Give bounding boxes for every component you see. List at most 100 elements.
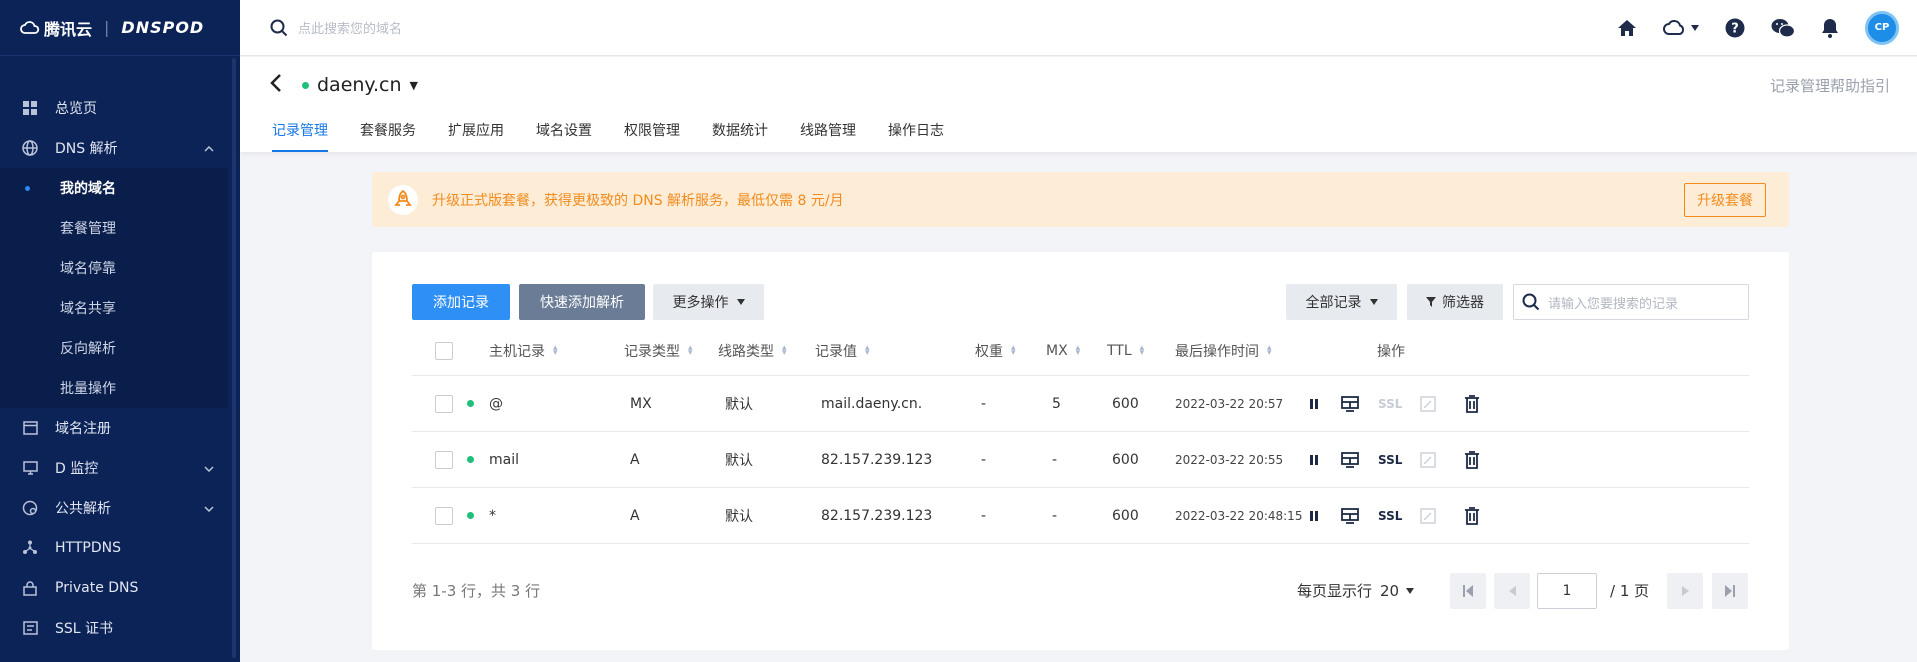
domain-search-input[interactable]: 点此搜索您的域名 [298,18,402,37]
sidebar-item-label: 公共解析 [55,501,111,517]
col-type[interactable]: 记录类型 ▴ ▾ [624,341,693,361]
select-all-checkbox[interactable] [435,342,453,360]
brand-name: 腾讯云 [44,19,93,39]
next-page-button[interactable] [1667,573,1703,609]
home-icon[interactable] [1617,19,1637,37]
caret-down-icon [1406,587,1415,594]
record-search[interactable]: 请输入您要搜索的记录 [1513,284,1749,320]
sort-icon: ▴ ▾ [553,343,558,358]
sidebar-sub-parking[interactable]: 域名停靠 [0,248,228,288]
sidebar-item-public-dns[interactable]: 公共解析 [0,488,228,528]
tab-domain-settings[interactable]: 域名设置 [536,120,592,152]
tab-records[interactable]: 记录管理 [272,120,328,152]
edit-note-icon[interactable] [1420,395,1436,412]
col-ttl[interactable]: TTL ▴ ▾ [1107,343,1144,359]
sidebar-item-label: D 监控 [55,461,99,477]
table-row[interactable]: @ MX 默认 mail.daeny.cn. - 5 600 2022-03-2… [412,376,1749,432]
prev-page-button[interactable] [1494,573,1530,609]
edit-note-icon[interactable] [1420,507,1436,524]
upgrade-banner: 升级正式版套餐，获得更极致的 DNS 解析服务，最低仅需 8 元/月 升级套餐 [372,172,1789,227]
col-value[interactable]: 记录值 ▴ ▾ [815,341,870,361]
sidebar-item-private-dns[interactable]: Private DNS [0,568,228,608]
record-search-input[interactable]: 请输入您要搜索的记录 [1548,293,1678,312]
caret-down-icon[interactable]: ▼ [410,79,418,92]
col-time[interactable]: 最后操作时间 ▴ ▾ [1175,341,1272,361]
tab-lines[interactable]: 线路管理 [800,120,856,152]
page-number-input[interactable]: 1 [1537,573,1597,609]
cell-host: @ [489,395,503,412]
col-mx[interactable]: MX ▴ ▾ [1046,343,1080,359]
trash-icon[interactable] [1464,506,1480,525]
edit-note-icon[interactable] [1420,451,1436,468]
cell-weight: - [981,451,987,468]
pause-icon[interactable] [1309,398,1319,410]
logo[interactable]: 腾讯云 | DNSPOD [0,0,240,56]
table-row[interactable]: mail A 默认 82.157.239.123 - - 600 2022-03… [412,432,1749,488]
pause-icon[interactable] [1309,510,1319,522]
help-link[interactable]: 记录管理帮助指引 [1770,75,1890,96]
monitor-icon[interactable] [1341,395,1359,412]
all-records-dropdown[interactable]: 全部记录 [1286,284,1397,320]
wechat-icon[interactable] [1771,18,1795,38]
avatar[interactable]: CP [1865,10,1899,45]
sidebar-sub-share[interactable]: 域名共享 [0,288,228,328]
ssl-button[interactable]: SSL [1378,397,1402,411]
sidebar-sub-plan[interactable]: 套餐管理 [0,208,228,248]
add-record-button[interactable]: 添加记录 [412,284,510,320]
sidebar-sub-batch[interactable]: 批量操作 [0,368,228,408]
tab-logs[interactable]: 操作日志 [888,120,944,152]
row-checkbox[interactable] [435,394,453,413]
search-icon [270,19,288,36]
sidebar-item-dns[interactable]: DNS 解析 [0,128,228,168]
last-page-button[interactable] [1712,573,1748,609]
tab-permissions[interactable]: 权限管理 [624,120,680,152]
monitor-icon[interactable] [1341,507,1359,524]
col-weight[interactable]: 权重 ▴ ▾ [975,341,1016,361]
col-line[interactable]: 线路类型 ▴ ▾ [718,341,787,361]
sidebar-sub-my-domains[interactable]: 我的域名 [0,168,228,208]
help-icon[interactable]: ? [1725,18,1745,38]
row-status-dot [467,400,474,407]
row-checkbox[interactable] [435,506,453,525]
records-card: 添加记录 快速添加解析 更多操作 全部记录 筛选器 请输入您要搜索的记录 主机记… [372,252,1789,650]
sort-icon: ▴ ▾ [782,343,787,358]
table-row[interactable]: * A 默认 82.157.239.123 - - 600 2022-03-22… [412,488,1749,544]
row-checkbox[interactable] [435,450,453,469]
per-page-select[interactable]: 每页显示行 20 [1297,580,1415,601]
back-arrow-icon[interactable] [270,73,282,97]
col-host[interactable]: 主机记录 ▴ ▾ [489,341,558,361]
ssl-button[interactable]: SSL [1378,453,1402,467]
pause-icon[interactable] [1309,454,1319,466]
sidebar-item-overview[interactable]: 总览页 [0,88,228,128]
tab-plan[interactable]: 套餐服务 [360,120,416,152]
quick-add-button[interactable]: 快速添加解析 [519,284,645,320]
sidebar-scrollbar[interactable] [232,58,236,658]
tab-extensions[interactable]: 扩展应用 [448,120,504,152]
caret-down-icon [1369,299,1378,305]
first-page-button[interactable] [1450,573,1486,609]
cell-ttl: 600 [1112,395,1139,412]
sort-icon: ▴ ▾ [1011,343,1016,358]
sidebar-item-ssl[interactable]: SSL 证书 [0,608,228,648]
domain-search[interactable]: 点此搜索您的域名 [270,18,402,37]
monitor-icon[interactable] [1341,451,1359,468]
tab-statistics[interactable]: 数据统计 [712,120,768,152]
filter-button[interactable]: 筛选器 [1407,284,1503,320]
domain-name[interactable]: daeny.cn [317,74,402,96]
sidebar-sub-reverse[interactable]: 反向解析 [0,328,228,368]
sidebar-item-d-monitor[interactable]: D 监控 [0,448,228,488]
sidebar-item-domain-register[interactable]: 域名注册 [0,408,228,448]
brand-sub: DNSPOD [121,18,205,37]
bell-icon[interactable] [1821,18,1839,38]
more-ops-button[interactable]: 更多操作 [653,284,764,320]
ssl-button[interactable]: SSL [1378,509,1402,523]
upgrade-button[interactable]: 升级套餐 [1684,182,1766,217]
cell-value: 82.157.239.123 [821,507,933,524]
cloud-menu-icon[interactable] [1663,19,1699,36]
trash-icon[interactable] [1464,450,1480,469]
domain-header: daeny.cn ▼ 记录管理帮助指引 记录管理 套餐服务 扩展应用 域名设置 … [240,57,1917,152]
next-page-icon [1681,586,1689,596]
trash-icon[interactable] [1464,394,1480,413]
sidebar-item-httpdns[interactable]: HTTPDNS [0,528,228,568]
sidebar-item-label: 域名注册 [55,421,111,437]
